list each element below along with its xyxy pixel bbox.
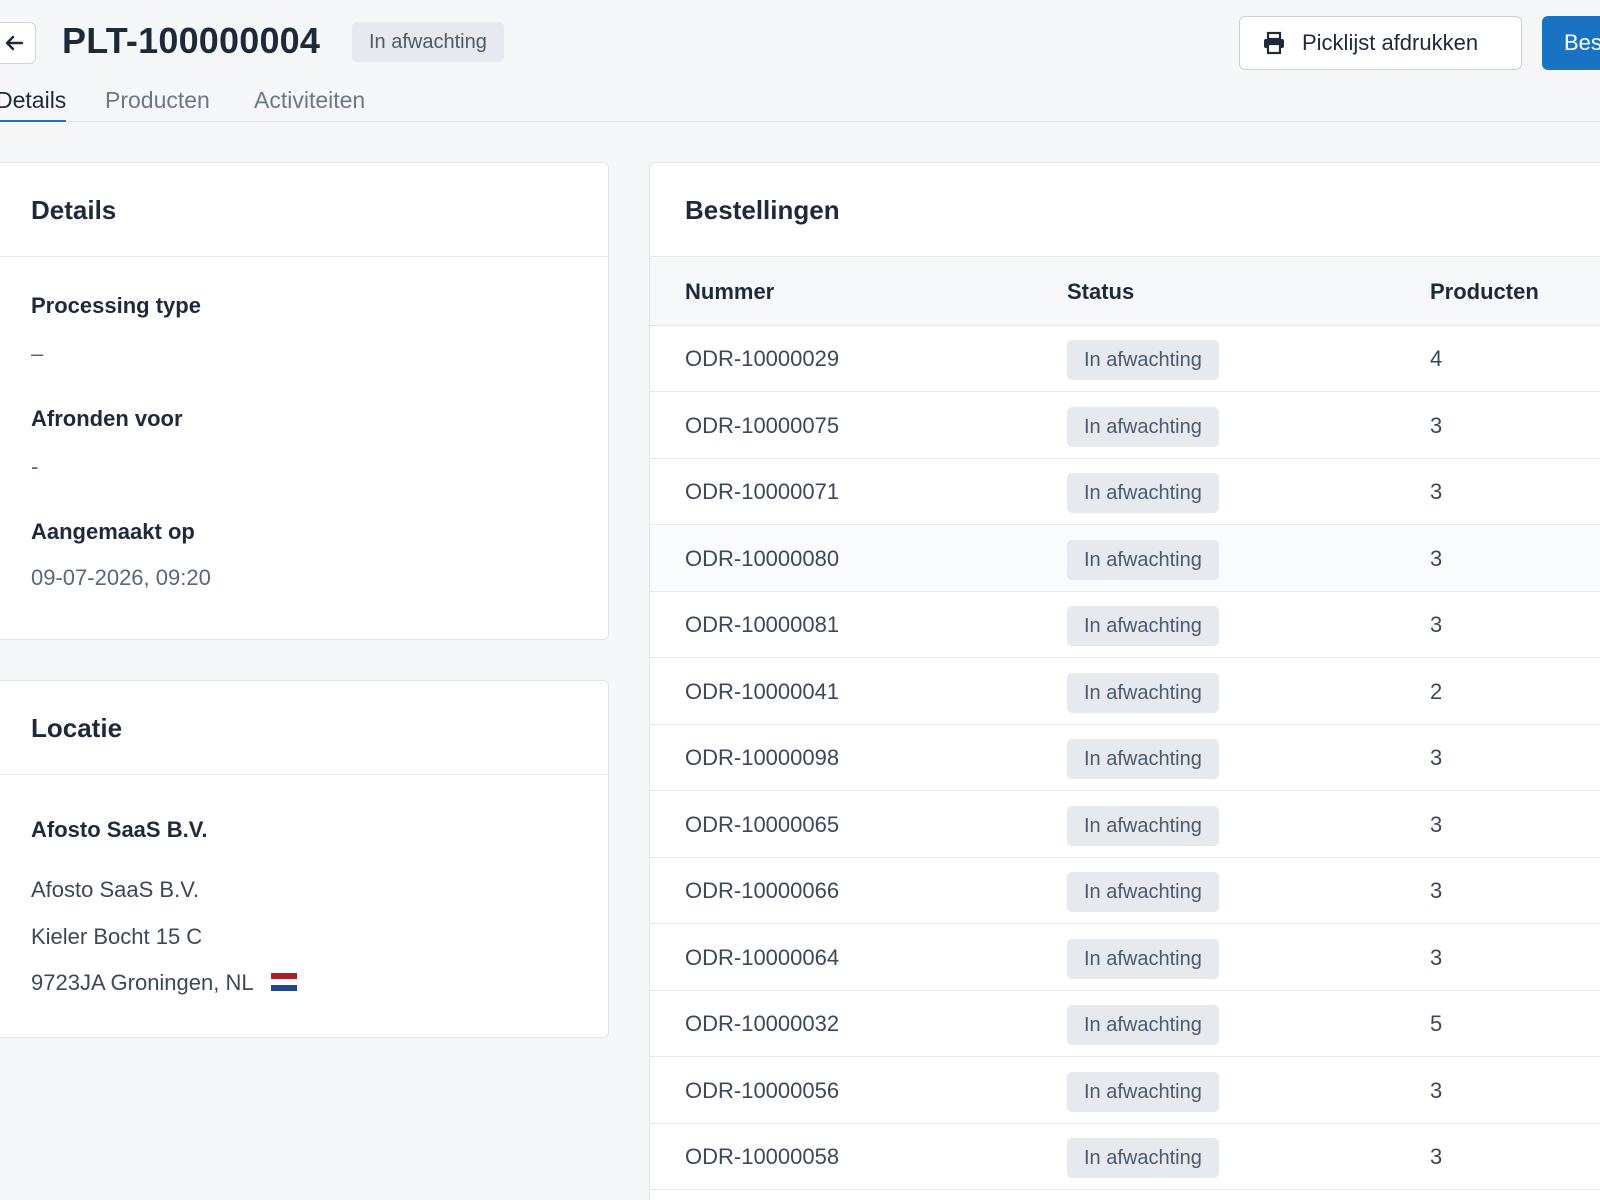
orders-card: Bestellingen Nummer Status Producten ODR… bbox=[649, 162, 1600, 1200]
status-badge: In afwachting bbox=[1067, 340, 1219, 380]
status-badge: In afwachting bbox=[1067, 872, 1219, 912]
column-header-producten[interactable]: Producten bbox=[1430, 258, 1539, 326]
processing-type-label: Processing type bbox=[31, 293, 201, 318]
location-name: Afosto SaaS B.V. bbox=[31, 817, 208, 842]
tab-activiteiten[interactable]: Activiteiten bbox=[254, 86, 365, 114]
table-row[interactable]: ODR-10000081 In afwachting 3 bbox=[650, 592, 1600, 658]
table-row[interactable]: ODR-10000032 In afwachting 5 bbox=[650, 991, 1600, 1057]
status-badge: In afwachting bbox=[1067, 1071, 1219, 1112]
table-row[interactable]: ODR-10000075 In afwachting 3 bbox=[650, 393, 1600, 459]
order-number[interactable]: ODR-10000081 bbox=[685, 592, 839, 658]
tab-producten[interactable]: Producten bbox=[105, 86, 210, 114]
status-badge: In afwachting bbox=[1067, 1138, 1219, 1178]
back-button[interactable] bbox=[0, 22, 36, 64]
status-badge: In afwachting bbox=[352, 22, 504, 62]
address-line: Kieler Bocht 15 C bbox=[31, 924, 203, 949]
table-row[interactable]: ODR-10000066 In afwachting 3 bbox=[650, 858, 1600, 924]
order-number[interactable]: ODR-10000098 bbox=[685, 725, 839, 791]
product-count: 2 bbox=[1430, 678, 1443, 704]
product-count: 3 bbox=[1430, 545, 1443, 571]
product-count: 3 bbox=[1430, 944, 1443, 970]
address-line: Afosto SaaS B.V. bbox=[31, 877, 199, 902]
table-header: Nummer Status Producten bbox=[650, 258, 1600, 326]
order-number[interactable]: ODR-10000058 bbox=[685, 1124, 839, 1190]
primary-action-button[interactable]: Bes bbox=[1542, 16, 1600, 70]
product-count: 3 bbox=[1430, 878, 1443, 903]
locatie-card: Locatie Afosto SaaS B.V. Afosto SaaS B.V… bbox=[0, 680, 609, 1038]
table-row[interactable]: ODR-10000056 In afwachting 3 bbox=[650, 1058, 1600, 1124]
order-number[interactable]: ODR-10000075 bbox=[685, 393, 839, 459]
order-number[interactable]: ODR-10000056 bbox=[685, 1058, 839, 1124]
order-number[interactable]: ODR-10000064 bbox=[685, 925, 839, 991]
table-row[interactable]: ODR-10000058 In afwachting 3 bbox=[650, 1124, 1600, 1190]
order-number[interactable]: ODR-10000041 bbox=[685, 659, 839, 725]
processing-type-value: – bbox=[31, 341, 44, 366]
status-badge: In afwachting bbox=[1067, 473, 1219, 513]
afronden-voor-label: Afronden voor bbox=[31, 406, 183, 431]
status-badge: In afwachting bbox=[1067, 938, 1219, 979]
details-heading: Details bbox=[0, 163, 608, 257]
table-row[interactable]: ODR-10000041 In afwachting 2 bbox=[650, 659, 1600, 725]
table-row[interactable]: ODR-10000080 In afwachting 3 bbox=[650, 525, 1600, 592]
afronden-voor-value: - bbox=[31, 454, 39, 479]
print-picklist-label: Picklijst afdrukken bbox=[1302, 30, 1479, 55]
product-count: 3 bbox=[1430, 745, 1443, 770]
status-badge: In afwachting bbox=[1067, 406, 1219, 447]
print-picklist-button[interactable]: Picklijst afdrukken bbox=[1239, 16, 1522, 70]
product-count: 3 bbox=[1430, 479, 1443, 504]
product-count: 3 bbox=[1430, 412, 1443, 438]
product-count: 3 bbox=[1430, 811, 1443, 837]
order-number[interactable]: ODR-10000065 bbox=[685, 792, 839, 858]
order-number[interactable]: ODR-10000071 bbox=[685, 459, 839, 525]
page-title: PLT-100000004 bbox=[62, 20, 321, 61]
status-badge: In afwachting bbox=[1067, 539, 1219, 580]
status-badge: In afwachting bbox=[1067, 739, 1219, 779]
table-row[interactable]: ODR-10000098 In afwachting 3 bbox=[650, 725, 1600, 791]
details-card: Details Processing type – Afronden voor … bbox=[0, 162, 609, 640]
order-number[interactable]: ODR-10000032 bbox=[685, 991, 839, 1057]
column-header-nummer[interactable]: Nummer bbox=[685, 258, 774, 326]
status-badge: In afwachting bbox=[1067, 805, 1219, 846]
tab-details[interactable]: Details bbox=[0, 86, 67, 122]
table-row[interactable]: ODR-10000071 In afwachting 3 bbox=[650, 459, 1600, 525]
locatie-heading: Locatie bbox=[0, 681, 608, 775]
address-city: 9723JA Groningen, NL bbox=[31, 970, 253, 995]
column-header-status[interactable]: Status bbox=[1067, 258, 1134, 326]
status-badge: In afwachting bbox=[1067, 606, 1219, 646]
order-number[interactable]: ODR-10000066 bbox=[685, 858, 839, 924]
table-row[interactable]: ODR-10000029 In afwachting 4 bbox=[650, 326, 1600, 392]
orders-heading: Bestellingen bbox=[650, 163, 1600, 257]
product-count: 5 bbox=[1430, 1011, 1443, 1036]
table-row[interactable]: ODR-10000064 In afwachting 3 bbox=[650, 925, 1600, 991]
aangemaakt-op-label: Aangemaakt op bbox=[31, 519, 195, 544]
product-count: 3 bbox=[1430, 1144, 1443, 1169]
tab-bar: Details Producten Activiteiten bbox=[0, 86, 1600, 122]
netherlands-flag-icon bbox=[270, 973, 297, 992]
status-badge: In afwachting bbox=[1067, 672, 1219, 713]
page-header: PLT-100000004 In afwachting Picklijst af… bbox=[0, 0, 1600, 86]
status-badge: In afwachting bbox=[1067, 1005, 1219, 1045]
order-number[interactable]: ODR-10000080 bbox=[685, 526, 839, 592]
address-line: 9723JA Groningen, NL bbox=[31, 970, 297, 996]
table-row[interactable]: ODR-10000065 In afwachting 3 bbox=[650, 792, 1600, 858]
arrow-left-icon bbox=[5, 35, 24, 51]
product-count: 4 bbox=[1430, 346, 1443, 371]
order-number[interactable]: ODR-10000029 bbox=[685, 326, 839, 392]
product-count: 3 bbox=[1430, 612, 1443, 637]
printer-icon bbox=[1264, 31, 1284, 55]
aangemaakt-op-value: 09-07-2026, 09:20 bbox=[31, 565, 211, 590]
product-count: 3 bbox=[1430, 1077, 1443, 1103]
